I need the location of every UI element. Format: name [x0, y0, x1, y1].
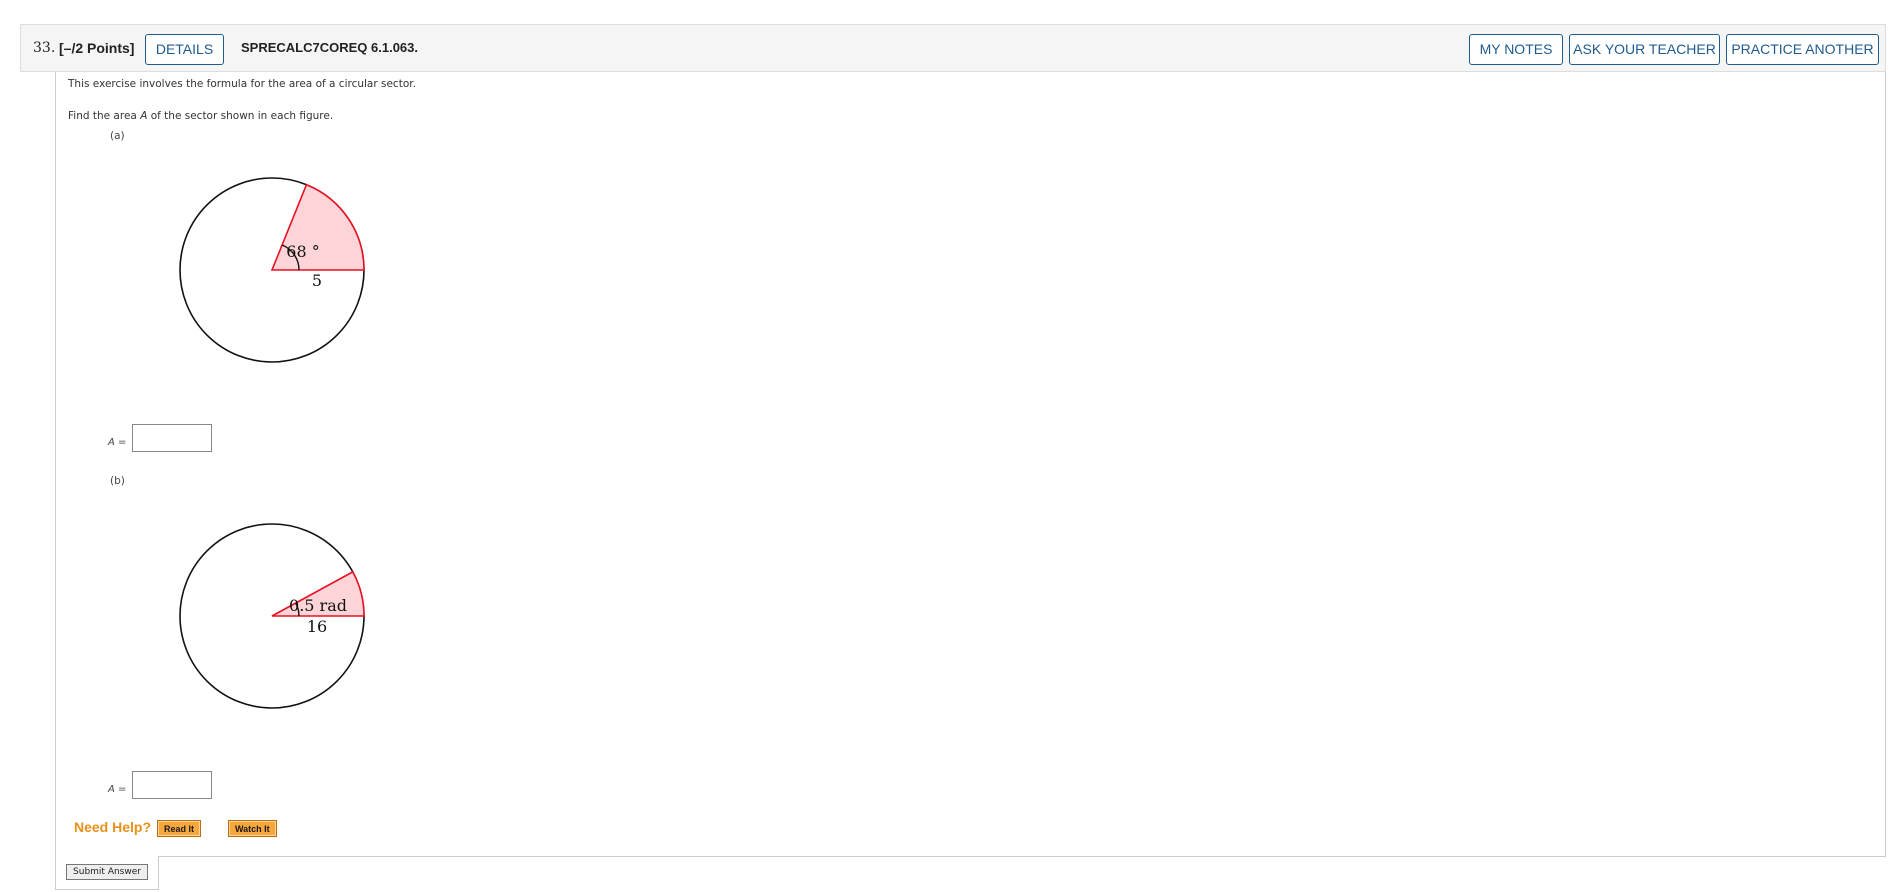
submit-answer-button[interactable]: Submit Answer: [66, 864, 148, 880]
answer-label-b: A =: [108, 784, 126, 795]
instruction-prefix: Find the area: [68, 110, 141, 122]
submit-area: Submit Answer: [55, 856, 159, 890]
radius-label-b: 16: [307, 617, 327, 636]
intro-text: This exercise involves the formula for t…: [68, 78, 416, 90]
instruction-suffix: of the sector shown in each figure.: [147, 110, 334, 122]
sector-figure-a: 68 ° 5: [179, 177, 365, 363]
answer-eq-b: =: [118, 784, 127, 795]
question-number: 33.: [33, 40, 56, 56]
angle-label-b: 0.5 rad: [289, 596, 347, 615]
read-it-button[interactable]: Read It: [157, 820, 202, 837]
question-header: 33. [–/2 Points] DETAILS SPRECALC7COREQ …: [20, 24, 1886, 72]
question-body: This exercise involves the formula for t…: [55, 72, 1886, 857]
instruction-text: Find the area A of the sector shown in e…: [68, 110, 333, 122]
part-a-label: (a): [110, 130, 125, 142]
question-code: SPRECALC7COREQ 6.1.063.: [241, 40, 419, 55]
sector-figure-b: 0.5 rad 16: [179, 523, 365, 709]
my-notes-button[interactable]: MY NOTES: [1469, 34, 1563, 65]
answer-var-a: A: [108, 437, 115, 448]
details-button[interactable]: DETAILS: [145, 34, 224, 65]
answer-input-a[interactable]: [132, 424, 212, 452]
practice-another-button[interactable]: PRACTICE ANOTHER: [1726, 34, 1879, 65]
watch-it-button[interactable]: Watch It: [228, 820, 277, 837]
answer-label-a: A =: [108, 437, 126, 448]
need-help-label: Need Help?: [74, 819, 152, 835]
question-points: [–/2 Points]: [59, 40, 135, 56]
answer-var-b: A: [108, 784, 115, 795]
part-b-label: (b): [110, 475, 125, 487]
angle-label-a: 68 °: [286, 242, 319, 261]
answer-input-b[interactable]: [132, 771, 212, 799]
radius-label-a: 5: [312, 271, 322, 290]
ask-teacher-button[interactable]: ASK YOUR TEACHER: [1569, 34, 1720, 65]
answer-eq-a: =: [118, 437, 127, 448]
